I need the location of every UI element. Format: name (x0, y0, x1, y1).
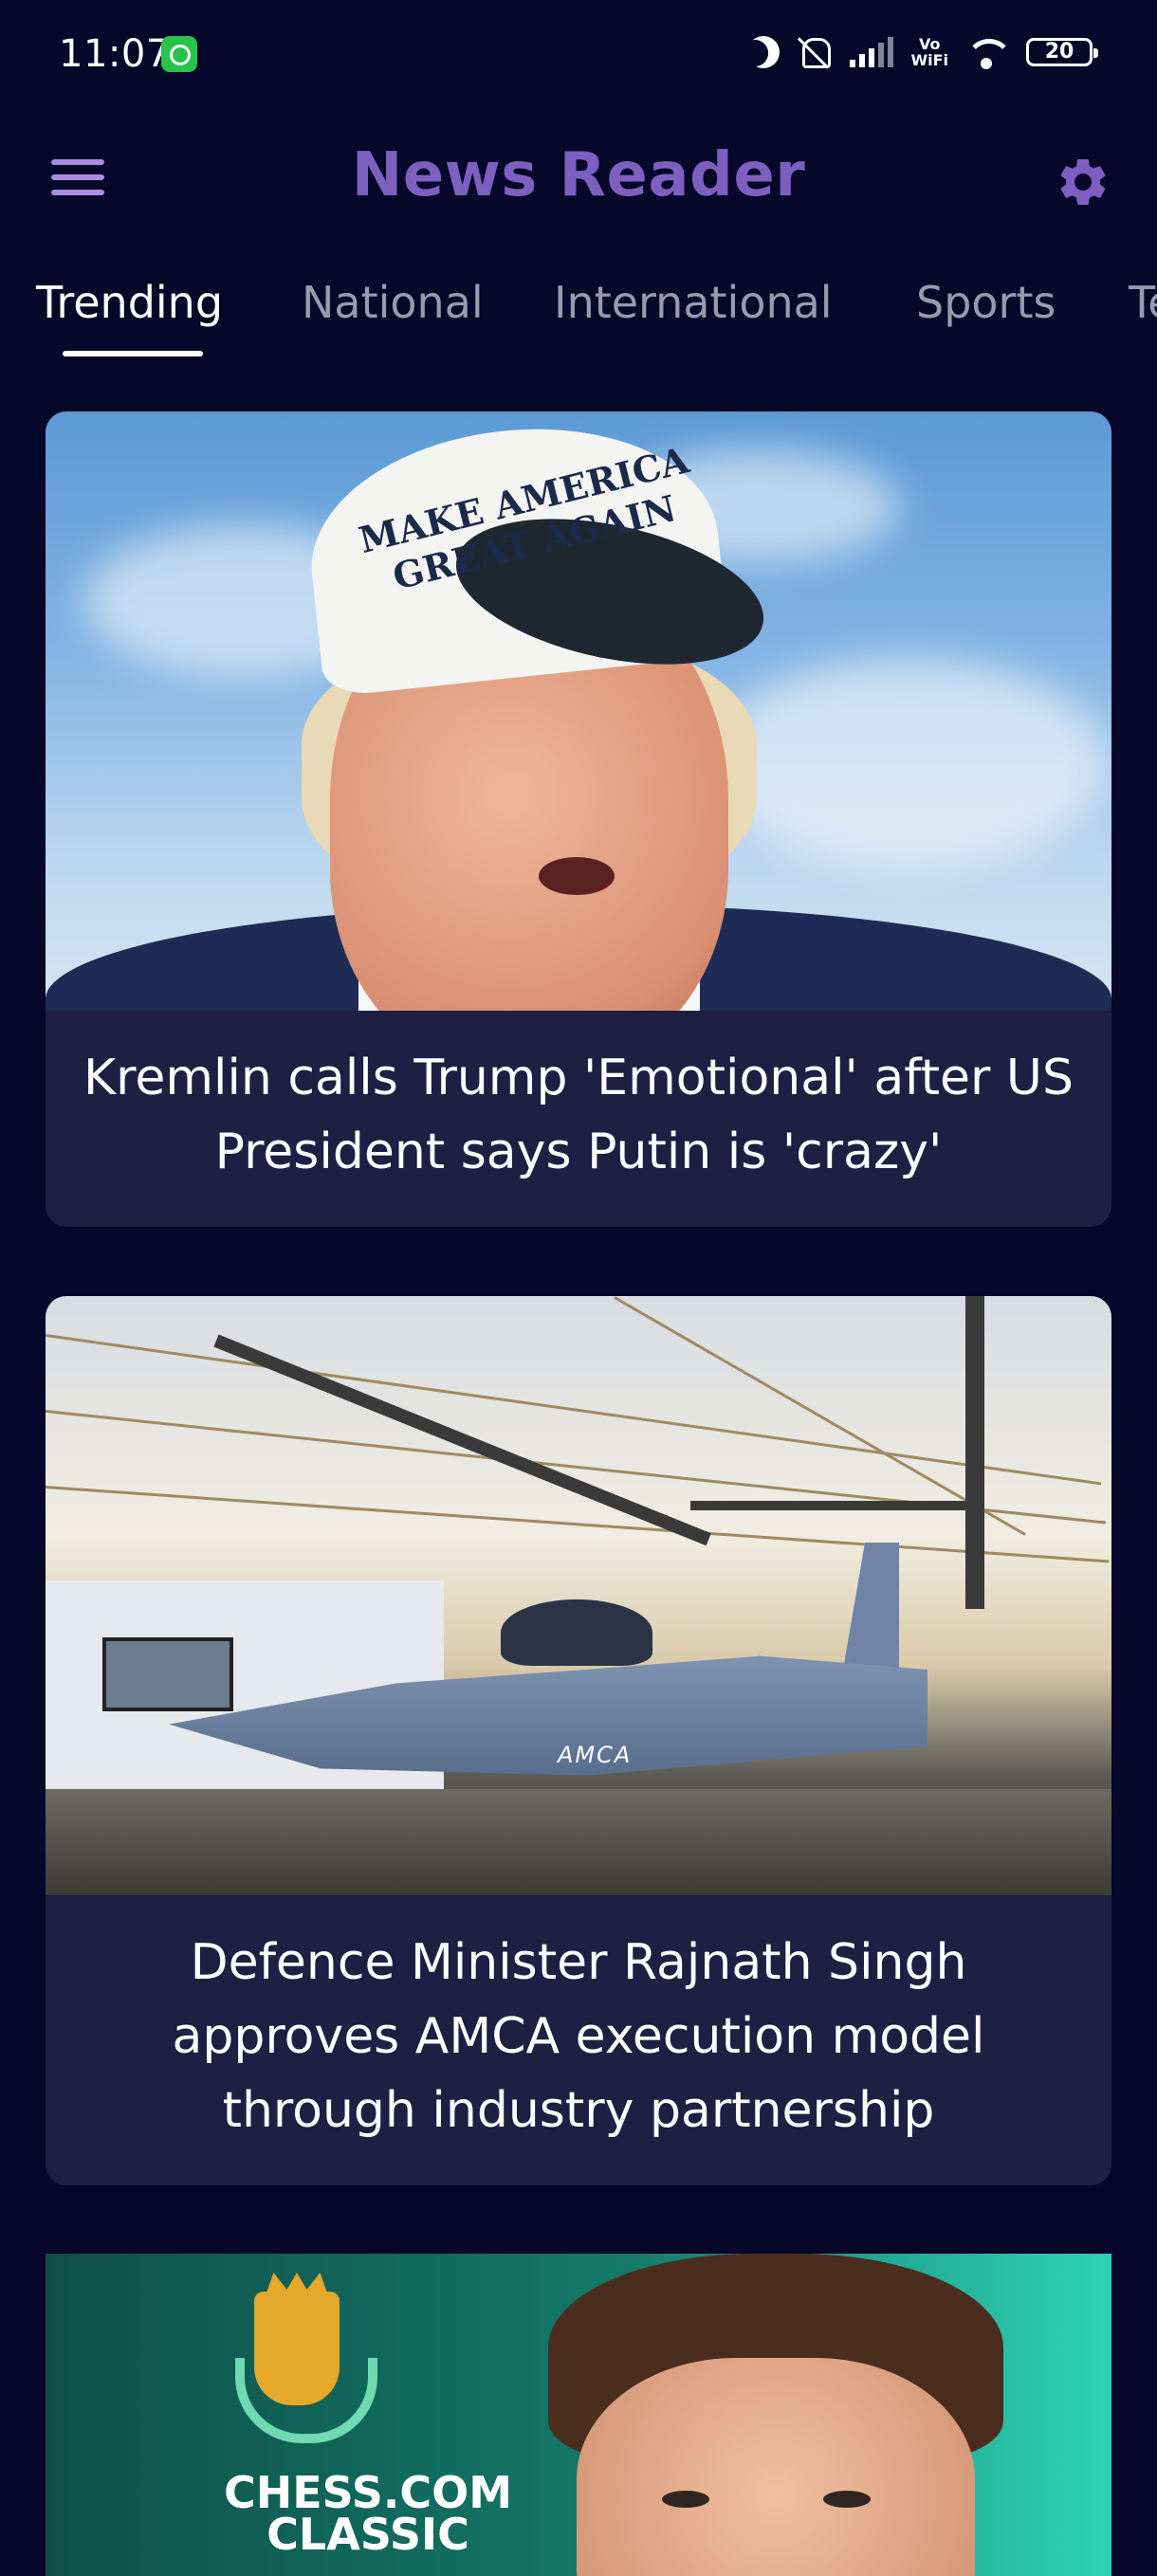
news-image-chess: CHESS.COM CLASSIC (46, 2254, 1111, 2576)
whatsapp-notification-icon (161, 36, 197, 72)
app-bar: News Reader (0, 112, 1157, 245)
news-image-trump: MAKE AMERICA GREAT AGAIN (46, 411, 1111, 1011)
tab-trending[interactable]: Trending (36, 277, 223, 328)
tab-international[interactable]: International (554, 277, 833, 328)
category-tabs: Trending National International Sports T… (0, 265, 1157, 360)
news-card[interactable]: AMCA Defence Minister Rajnath Singh appr… (46, 1296, 1111, 2185)
tab-sports[interactable]: Sports (916, 277, 1056, 328)
battery-icon: 20 (1026, 38, 1098, 66)
tab-tech-partial[interactable]: Te (1129, 277, 1157, 328)
news-card[interactable]: CHESS.COM CLASSIC (46, 2254, 1111, 2576)
tab-national[interactable]: National (302, 277, 484, 328)
active-tab-indicator (63, 351, 203, 356)
news-card[interactable]: MAKE AMERICA GREAT AGAIN Kremlin calls T… (46, 411, 1111, 1227)
status-time: 11:07 (59, 32, 171, 76)
status-bar: 11:07 Vo WiFi 20 (0, 0, 1157, 112)
news-headline: Kremlin calls Trump 'Emotional' after US… (83, 1050, 1074, 1180)
gear-icon[interactable] (1055, 154, 1111, 210)
cellular-signal-icon (850, 37, 894, 67)
status-icons: Vo WiFi 20 (744, 28, 1098, 76)
chess-classic-logo-text: CHESS.COM CLASSIC (224, 2467, 512, 2560)
app-title: News Reader (351, 140, 806, 210)
news-headline: Defence Minister Rajnath Singh approves … (172, 1934, 985, 2139)
silent-bell-off-icon (797, 34, 833, 70)
vowifi-indicator: Vo WiFi (910, 35, 948, 69)
news-image-amca-jet: AMCA (46, 1296, 1111, 1895)
jet-label: AMCA (558, 1742, 633, 1768)
do-not-disturb-moon-icon (744, 31, 785, 73)
wifi-icon (965, 35, 1009, 69)
